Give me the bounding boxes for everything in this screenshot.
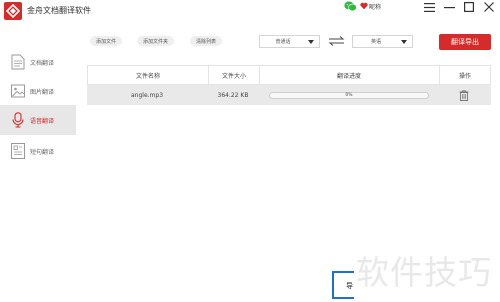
maximize-icon bbox=[464, 2, 474, 12]
microphone-icon bbox=[12, 112, 24, 128]
source-language-value: 普通话 bbox=[275, 39, 291, 45]
minimize-button[interactable] bbox=[441, 0, 457, 14]
target-language-select[interactable]: 英语 bbox=[352, 35, 413, 48]
header-actions: 操作 bbox=[458, 72, 471, 80]
user-name: 昵称 bbox=[369, 3, 382, 11]
wechat-icon[interactable] bbox=[344, 1, 357, 12]
header-file-name: 文件名称 bbox=[135, 72, 160, 80]
document-icon bbox=[11, 54, 25, 70]
table-row[interactable]: angle.mp3 364.22 KB 0% bbox=[87, 85, 491, 105]
clear-list-button[interactable]: 清除列表 bbox=[190, 36, 223, 46]
app-logo-icon bbox=[4, 2, 22, 20]
target-language-value: 英语 bbox=[370, 39, 381, 45]
progress-text: 0% bbox=[345, 93, 353, 98]
sidebar: 文档翻译 图片翻译 语音翻译 短句翻译 bbox=[0, 47, 76, 302]
sidebar-item-document[interactable]: 文档翻译 bbox=[0, 47, 76, 77]
table-header: 文件名称 文件大小 翻译进度 操作 bbox=[87, 65, 491, 85]
sidebar-item-sentence[interactable]: 短句翻译 bbox=[0, 136, 76, 166]
chevron-down-icon bbox=[401, 40, 407, 44]
bottom-action-button[interactable]: 导 bbox=[332, 271, 354, 299]
sidebar-item-label: 短句翻译 bbox=[30, 148, 55, 156]
add-folder-button[interactable]: 添加文件夹 bbox=[137, 36, 175, 46]
watermark: 软件技巧 bbox=[356, 253, 492, 292]
file-name-cell: angle.mp3 bbox=[130, 91, 164, 99]
trash-icon[interactable] bbox=[459, 90, 469, 101]
close-icon bbox=[484, 2, 494, 12]
export-button[interactable]: 翻译导出 bbox=[439, 34, 491, 50]
minimize-icon bbox=[443, 6, 455, 8]
sidebar-item-label: 图片翻译 bbox=[30, 88, 55, 96]
header-file-size: 文件大小 bbox=[221, 72, 246, 80]
user-badge[interactable]: 昵称 bbox=[360, 1, 381, 11]
source-language-select[interactable]: 普通话 bbox=[259, 35, 320, 48]
app-title: 金舟文档翻译软件 bbox=[27, 6, 91, 15]
maximize-button[interactable] bbox=[461, 0, 477, 14]
heart-icon bbox=[360, 2, 368, 10]
progress-bar: 0% bbox=[269, 92, 429, 99]
file-size-cell: 364.22 KB bbox=[217, 91, 249, 99]
image-icon bbox=[11, 84, 25, 98]
chevron-down-icon bbox=[308, 40, 314, 44]
title-bar: 金舟文档翻译软件 昵称 bbox=[0, 0, 500, 24]
bottom-action-label: 导 bbox=[346, 282, 353, 290]
sidebar-item-voice[interactable]: 语音翻译 bbox=[0, 105, 76, 135]
header-progress: 翻译进度 bbox=[336, 72, 361, 80]
close-button[interactable] bbox=[481, 0, 497, 14]
menu-button[interactable] bbox=[421, 0, 437, 14]
swap-icon[interactable] bbox=[328, 36, 345, 46]
add-file-button[interactable]: 添加文件 bbox=[90, 36, 123, 46]
sidebar-item-label: 语音翻译 bbox=[30, 117, 55, 125]
sidebar-item-label: 文档翻译 bbox=[30, 59, 55, 67]
text-icon bbox=[11, 143, 25, 159]
menu-icon bbox=[423, 2, 435, 12]
sidebar-item-image[interactable]: 图片翻译 bbox=[0, 76, 76, 106]
